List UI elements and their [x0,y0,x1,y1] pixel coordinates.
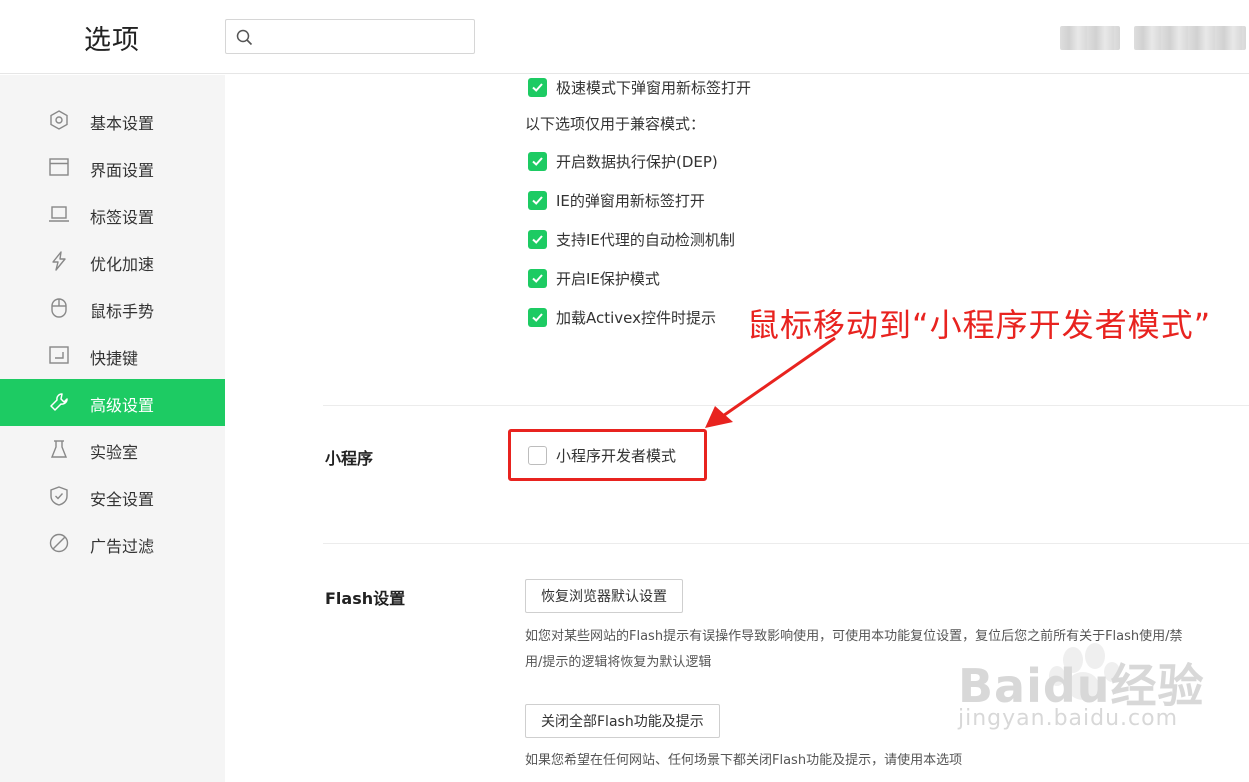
annotation-arrow-icon [705,336,836,428]
top-bar: 选项 [0,0,1249,74]
sidebar-item-label: 标签设置 [90,208,155,227]
shield-icon [50,486,68,506]
checkbox-checked[interactable] [528,307,547,327]
sidebar-item-interface[interactable]: 界面设置 [0,144,225,191]
sidebar-item-label: 优化加速 [90,255,155,274]
sidebar-item-label: 基本设置 [90,114,155,133]
section-title-miniprogram: 小程序 [325,449,374,468]
sidebar: 基本设置 界面设置 标签设置 优化加速 鼠标手势 快捷键 高级设置 实验室 安全… [0,75,225,782]
sidebar-item-mouse-gesture[interactable]: 鼠标手势 [0,285,225,332]
sidebar-item-tabs[interactable]: 标签设置 [0,191,225,238]
sidebar-item-security[interactable]: 安全设置 [0,473,225,520]
wrench-icon [50,393,68,411]
sidebar-item-basic[interactable]: 基本设置 [0,97,225,144]
restore-flash-defaults-button[interactable]: 恢复浏览器默认设置 [525,579,683,613]
checkbox-activex-prompt[interactable]: 加载Activex控件时提示 [528,305,716,329]
flask-icon [50,440,68,458]
section-divider [323,543,1249,544]
blurred-account-info [1060,26,1120,50]
sidebar-item-label: 高级设置 [90,396,155,415]
mouse-icon [51,298,67,318]
page-title: 选项 [84,25,140,56]
hexagon-settings-icon [50,110,68,130]
checkbox-checked[interactable] [528,77,547,97]
check-icon [532,82,543,92]
checkbox-ie-protected-mode[interactable]: 开启IE保护模式 [528,266,660,290]
check-icon [532,156,543,166]
sidebar-item-shortcuts[interactable]: 快捷键 [0,332,225,379]
lightning-icon [52,251,66,271]
sidebar-item-advanced[interactable]: 高级设置 [0,379,225,426]
check-icon [532,312,543,322]
checkbox-label: 开启IE保护模式 [556,269,660,288]
keyboard-enter-icon [49,346,69,364]
search-icon [236,29,253,46]
checkbox-dep[interactable]: 开启数据执行保护(DEP) [528,149,718,173]
checkbox-ie-proxy-autodetect[interactable]: 支持IE代理的自动检测机制 [528,227,735,251]
window-icon [49,158,69,176]
section-title-flash: Flash设置 [325,589,406,608]
sidebar-item-adblock[interactable]: 广告过滤 [0,520,225,567]
sidebar-item-label: 安全设置 [90,490,155,509]
disable-all-flash-button[interactable]: 关闭全部Flash功能及提示 [525,704,720,738]
block-icon [49,533,69,553]
search-input[interactable] [260,24,465,49]
checkbox-checked[interactable] [528,268,547,288]
checkbox-checked[interactable] [528,190,547,210]
sidebar-item-label: 界面设置 [90,161,155,180]
checkbox-popup-new-tab-speed-mode[interactable]: 极速模式下弹窗用新标签打开 [528,75,751,99]
checkbox-label: IE的弹窗用新标签打开 [556,191,705,210]
checkbox-label: 支持IE代理的自动检测机制 [556,230,735,249]
sidebar-item-speed[interactable]: 优化加速 [0,238,225,285]
sidebar-item-label: 实验室 [90,443,139,462]
search-box[interactable] [225,19,475,54]
sidebar-item-label: 广告过滤 [90,537,155,556]
sidebar-item-label: 鼠标手势 [90,302,155,321]
check-icon [532,234,543,244]
checkbox-ie-popup-new-tab[interactable]: IE的弹窗用新标签打开 [528,188,705,212]
checkbox-label: 加载Activex控件时提示 [556,308,717,327]
sidebar-item-lab[interactable]: 实验室 [0,426,225,473]
compat-mode-note: 以下选项仅用于兼容模式： [525,115,706,133]
blurred-account-info-2 [1134,26,1246,50]
sidebar-item-label: 快捷键 [90,349,139,368]
check-icon [532,273,543,283]
checkbox-checked[interactable] [528,151,547,171]
check-icon [532,195,543,205]
checkbox-checked[interactable] [528,229,547,249]
checkbox-label: 极速模式下弹窗用新标签打开 [556,78,752,97]
watermark-url: jingyan.baidu.com [958,706,1179,731]
laptop-icon [49,206,69,222]
checkbox-label: 开启数据执行保护(DEP) [556,152,718,171]
